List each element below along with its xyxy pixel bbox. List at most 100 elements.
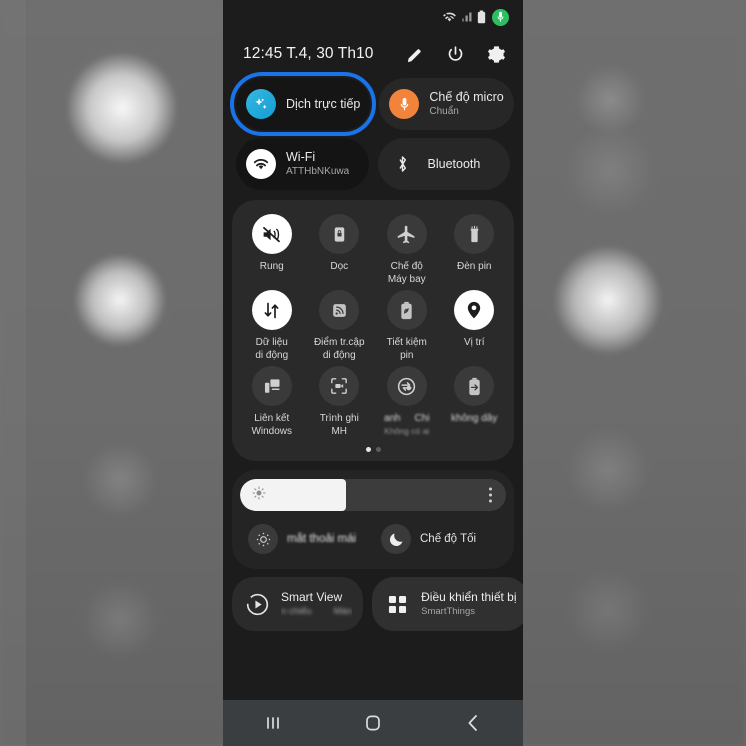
card-device-control-subtitle: SmartThings (421, 606, 475, 617)
tile-rotation-lock-label: Dọc (330, 261, 349, 272)
display-mode-row: mắt thoải mái Chế độ Tối (240, 517, 506, 561)
wireless-power-share-icon (454, 366, 495, 406)
tile-link-windows-line2: Windows (251, 425, 293, 437)
tile-location-label: Vị trí (463, 337, 485, 348)
tile-bluetooth[interactable]: Bluetooth (377, 138, 510, 190)
link-to-windows-icon (251, 366, 292, 406)
brightness-panel: mắt thoải mái Chế độ Tối (232, 470, 514, 569)
dark-mode-moon-icon (381, 524, 411, 554)
tile-rotation-lock[interactable]: Dọc (306, 214, 374, 286)
tile-screen-recorder-line1: Trình ghi (319, 413, 359, 424)
live-translate-icon (246, 89, 276, 119)
edit-icon[interactable] (403, 43, 425, 65)
card-device-control[interactable]: Điều khiển thiết bị SmartThings (372, 577, 523, 631)
tile-hotspot[interactable]: Điểm tr.cập di động (306, 290, 374, 362)
page-indicator-dots (238, 438, 508, 455)
navigation-bar (223, 700, 523, 746)
tile-airplane-label-line1: Chế độ (390, 261, 423, 272)
screen-recorder-icon (319, 366, 360, 406)
tile-airplane-mode[interactable]: Chế độ Máy bay (373, 214, 441, 286)
tile-eye-comfort-label: mắt thoải mái (287, 533, 357, 545)
tile-screen-recorder-line2: MH (331, 425, 348, 437)
tile-airplane-mode-label: Chế độ Máy bay (388, 261, 426, 286)
tile-flashlight[interactable]: Đèn pin (441, 214, 509, 286)
card-smart-view-title: Smart View (281, 590, 343, 604)
tile-mobile-data-line1: Dữ liệu (255, 337, 288, 348)
tile-hotspot-line2: di động (322, 349, 356, 361)
tile-wifi-text: Wi-Fi ATTHbNKuwa (286, 150, 349, 178)
tile-mic-mode-title: Chế độ micro (429, 90, 504, 104)
tile-battery-saver-label: Tiết kiệm pin (387, 337, 427, 362)
page-dot-2[interactable] (375, 447, 381, 452)
tile-battery-saver-line2: pin (400, 349, 414, 361)
tile-battery-saver-line1: Tiết kiệm (386, 337, 427, 348)
wifi-icon (442, 11, 457, 23)
tile-hotspot-line1: Điểm tr.cập (313, 337, 365, 348)
tile-link-to-windows[interactable]: Liên kết Windows (238, 366, 306, 438)
card-smart-view-sub-a: n chiếu (281, 606, 312, 617)
battery-saver-icon (386, 290, 427, 330)
settings-gear-icon[interactable] (485, 43, 507, 65)
bottom-cards-row: Smart View n chiếu Màn Điều khiển thiết … (232, 577, 523, 631)
tile-mic-mode[interactable]: Chế độ micro Chuẩn (379, 78, 514, 130)
tile-wireless-power-share[interactable]: không dây (441, 366, 509, 438)
home-button[interactable] (351, 708, 395, 738)
smart-view-icon (243, 590, 271, 618)
tile-dark-mode[interactable]: Chế độ Tối (373, 517, 506, 561)
card-device-control-title: Điều khiển thiết bị (421, 590, 517, 604)
brightness-slider[interactable] (240, 479, 506, 511)
tile-airplane-label-line2: Máy bay (387, 273, 426, 285)
airplane-icon (386, 214, 427, 254)
header-actions (403, 43, 507, 65)
back-button[interactable] (451, 708, 495, 738)
bluetooth-icon (388, 149, 418, 179)
quick-settings-grid-panel: Rung Dọc Chế độ Máy bay Đèn pin Dữ liệu … (232, 200, 514, 461)
tile-location[interactable]: Vị trí (441, 290, 509, 362)
vibrate-icon (251, 214, 292, 254)
quick-settings-grid: Rung Dọc Chế độ Máy bay Đèn pin Dữ liệu … (238, 214, 508, 438)
signal-icon (461, 11, 473, 23)
more-options-icon[interactable] (489, 487, 492, 503)
eye-comfort-icon (248, 524, 278, 554)
recents-button[interactable] (251, 708, 295, 738)
tile-dark-mode-label: Chế độ Tối (420, 533, 477, 545)
brightness-icon (252, 486, 266, 505)
quick-settings-header: 12:45 T.4, 30 Th10 (223, 34, 523, 70)
tile-mobile-data[interactable]: Dữ liệu di động (238, 290, 306, 362)
tile-mobile-data-line2: di động (255, 349, 289, 361)
device-control-grid-icon (383, 590, 411, 618)
tile-bluetooth-text: Bluetooth (428, 157, 481, 172)
screenshot-root: 12:45 T.4, 30 Th10 Dịch trực tiếp Chế độ… (0, 0, 746, 746)
tile-mic-mode-subtitle: Chuẩn (429, 106, 459, 117)
background-left-edge (0, 0, 26, 746)
card-smart-view[interactable]: Smart View n chiếu Màn (232, 577, 364, 631)
rotation-lock-icon (319, 214, 360, 254)
tile-vibrate[interactable]: Rung (238, 214, 306, 286)
tile-flashlight-label: Đèn pin (457, 261, 492, 272)
quick-share-icon (386, 366, 427, 406)
flashlight-icon (454, 214, 495, 254)
tile-wifi[interactable]: Wi-Fi ATTHbNKuwa (236, 138, 369, 190)
page-dot-1[interactable] (365, 447, 371, 452)
tile-wifi-subtitle: ATTHbNKuwa (286, 166, 350, 177)
tile-live-translate[interactable]: Dịch trực tiếp (230, 72, 377, 136)
phone-quick-settings-panel: 12:45 T.4, 30 Th10 Dịch trực tiếp Chế độ… (223, 0, 523, 746)
pill-row-connectivity: Wi-Fi ATTHbNKuwa Bluetooth (223, 130, 523, 190)
clock-and-date: 12:45 T.4, 30 Th10 (243, 45, 374, 62)
battery-icon (477, 10, 486, 24)
tile-hotspot-label: Điểm tr.cập di động (314, 337, 365, 362)
tile-vibrate-label: Rung (259, 261, 284, 272)
tile-live-translate-title: Dịch trực tiếp (286, 96, 361, 111)
tile-battery-saver[interactable]: Tiết kiệm pin (373, 290, 441, 362)
microphone-active-icon (492, 8, 509, 26)
tile-screen-recorder-label: Trình ghi MH (320, 413, 359, 438)
tile-quick-share[interactable]: anh Chi Không có ai (373, 366, 441, 438)
tile-mobile-data-label: Dữ liệu di động (255, 337, 288, 362)
mobile-data-icon (251, 290, 292, 330)
tile-screen-recorder[interactable]: Trình ghi MH (306, 366, 374, 438)
hotspot-icon (319, 290, 360, 330)
card-smart-view-sub-b: Màn (333, 606, 353, 617)
tile-eye-comfort[interactable]: mắt thoải mái (240, 517, 373, 561)
power-icon[interactable] (444, 43, 466, 65)
tile-mic-mode-text: Chế độ micro Chuẩn (429, 90, 503, 118)
